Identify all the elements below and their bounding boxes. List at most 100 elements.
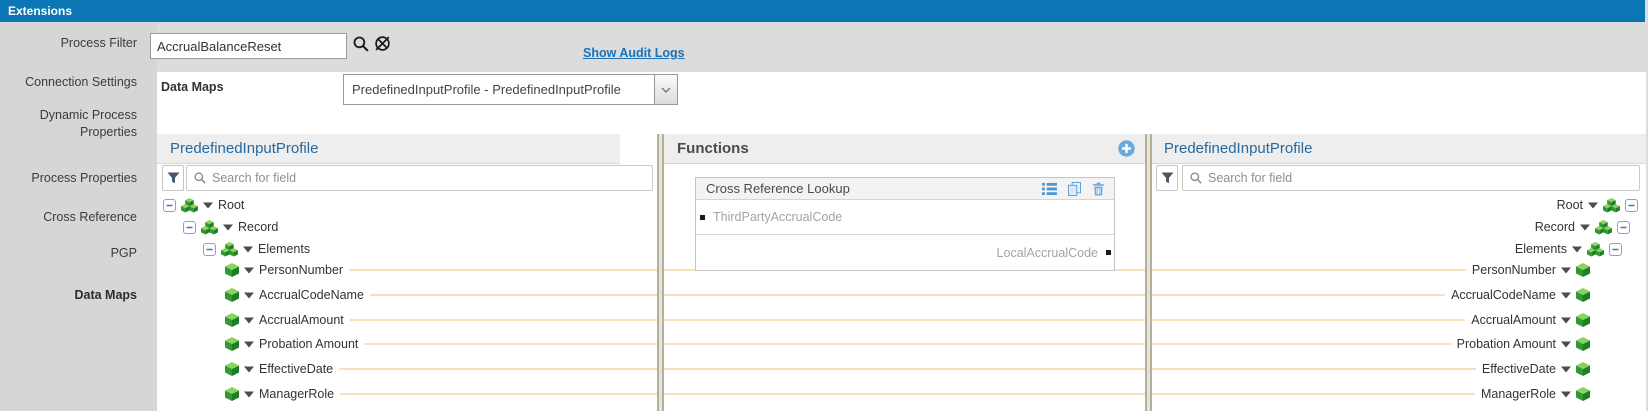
- funnel-icon: [1161, 172, 1174, 184]
- functions-panel-title: Functions: [664, 140, 749, 157]
- chevron-down-icon: [661, 87, 671, 93]
- target-node-label[interactable]: Record: [1535, 220, 1575, 234]
- tree-row-field: ManagerRole ManagerRole: [157, 383, 1644, 405]
- source-field-label[interactable]: PersonNumber: [259, 263, 343, 277]
- target-panel-title: PredefinedInputProfile: [1151, 140, 1312, 157]
- sidebar-item-connection-settings[interactable]: Connection Settings: [25, 75, 137, 89]
- mapping-canvas: PredefinedInputProfile Functions Predefi…: [157, 134, 1646, 411]
- caret-down-icon[interactable]: [1561, 341, 1571, 348]
- caret-down-icon[interactable]: [203, 202, 213, 209]
- target-panel-header: PredefinedInputProfile: [1151, 134, 1646, 164]
- caret-down-icon[interactable]: [1572, 246, 1582, 253]
- caret-down-icon[interactable]: [244, 391, 254, 398]
- panel-divider: [1145, 134, 1152, 411]
- function-input-row[interactable]: ThirdPartyAccrualCode: [696, 200, 1114, 235]
- sidebar-item-process-properties[interactable]: Process Properties: [31, 171, 137, 185]
- clear-search-icon[interactable]: [374, 35, 391, 52]
- copy-icon[interactable]: [1068, 182, 1081, 196]
- target-field-label[interactable]: AccrualAmount: [1471, 313, 1556, 327]
- caret-down-icon[interactable]: [1561, 292, 1571, 299]
- caret-down-icon[interactable]: [244, 292, 254, 299]
- source-field-label[interactable]: Probation Amount: [259, 337, 358, 351]
- caret-down-icon[interactable]: [1561, 267, 1571, 274]
- minus-box-icon[interactable]: [203, 243, 216, 256]
- sidebar-item-dynamic-process-properties[interactable]: Dynamic Process Properties: [27, 107, 137, 141]
- target-filter-button[interactable]: [1156, 165, 1178, 191]
- mapping-connector-line: [370, 294, 1445, 296]
- caret-down-icon[interactable]: [244, 267, 254, 274]
- green-cube-icon: [1576, 313, 1590, 327]
- tree-row-field: Probation Amount Probation Amount: [157, 333, 1644, 355]
- source-panel-title: PredefinedInputProfile: [157, 140, 318, 157]
- sidebar-nav: Process Filter Connection Settings Dynam…: [0, 22, 157, 411]
- select-dropdown-button[interactable]: [654, 75, 677, 104]
- caret-down-icon[interactable]: [1561, 391, 1571, 398]
- magnifier-icon: [1190, 172, 1202, 184]
- green-cube-icon: [1576, 337, 1590, 351]
- function-output-label: LocalAccrualCode: [997, 246, 1098, 260]
- data-map-select[interactable]: PredefinedInputProfile - PredefinedInput…: [343, 74, 678, 105]
- green-cubes-icon: [221, 242, 238, 257]
- source-node-label[interactable]: Elements: [258, 242, 310, 256]
- green-cube-icon: [225, 387, 239, 401]
- sidebar-item-process-filter[interactable]: Process Filter: [61, 36, 137, 50]
- caret-down-icon[interactable]: [244, 341, 254, 348]
- source-field-label[interactable]: ManagerRole: [259, 387, 334, 401]
- target-search-input[interactable]: [1208, 171, 1639, 185]
- minus-box-icon[interactable]: [1625, 199, 1638, 212]
- source-field-label[interactable]: EffectiveDate: [259, 362, 333, 376]
- green-cube-icon: [1576, 362, 1590, 376]
- mapping-connector-line: [339, 368, 1476, 370]
- sidebar-item-pgp[interactable]: PGP: [111, 246, 137, 260]
- funnel-icon: [167, 172, 180, 184]
- input-port: [700, 215, 705, 220]
- source-node-label[interactable]: Record: [238, 220, 278, 234]
- caret-down-icon[interactable]: [244, 317, 254, 324]
- source-panel-header: PredefinedInputProfile: [157, 134, 620, 164]
- minus-box-icon[interactable]: [1617, 221, 1630, 234]
- source-field-label[interactable]: AccrualCodeName: [259, 288, 364, 302]
- green-cube-icon: [225, 337, 239, 351]
- caret-down-icon[interactable]: [1588, 202, 1598, 209]
- caret-down-icon[interactable]: [244, 366, 254, 373]
- caret-down-icon[interactable]: [1561, 366, 1571, 373]
- target-field-label[interactable]: Probation Amount: [1457, 337, 1556, 351]
- target-field-label[interactable]: AccrualCodeName: [1451, 288, 1556, 302]
- list-icon[interactable]: [1042, 182, 1057, 195]
- data-maps-content: Data Maps PredefinedInputProfile - Prede…: [157, 72, 1646, 411]
- data-map-selected-value: PredefinedInputProfile - PredefinedInput…: [344, 82, 654, 97]
- trash-icon[interactable]: [1092, 182, 1105, 196]
- caret-down-icon[interactable]: [1561, 317, 1571, 324]
- minus-box-icon[interactable]: [1609, 243, 1622, 256]
- caret-down-icon[interactable]: [223, 224, 233, 231]
- green-cubes-icon: [1595, 220, 1612, 235]
- mapping-connector-line: [350, 319, 1465, 321]
- caret-down-icon[interactable]: [1580, 224, 1590, 231]
- source-filter-button[interactable]: [162, 165, 184, 191]
- source-search-input[interactable]: [212, 171, 652, 185]
- cross-reference-lookup-box[interactable]: Cross Reference Lookup ThirdPartyAccrual…: [695, 177, 1115, 271]
- search-icon[interactable]: [353, 36, 369, 52]
- target-node-label[interactable]: Root: [1557, 198, 1583, 212]
- sidebar-item-data-maps[interactable]: Data Maps: [74, 288, 137, 302]
- add-function-icon[interactable]: [1118, 140, 1135, 157]
- function-box-header: Cross Reference Lookup: [696, 178, 1114, 200]
- target-field-label[interactable]: ManagerRole: [1481, 387, 1556, 401]
- minus-box-icon[interactable]: [183, 221, 196, 234]
- source-node-label[interactable]: Root: [218, 198, 244, 212]
- target-field-label[interactable]: PersonNumber: [1472, 263, 1556, 277]
- function-box-title: Cross Reference Lookup: [696, 181, 850, 196]
- minus-box-icon[interactable]: [163, 199, 176, 212]
- source-field-label[interactable]: AccrualAmount: [259, 313, 344, 327]
- function-output-row[interactable]: LocalAccrualCode: [696, 235, 1114, 270]
- green-cube-icon: [225, 263, 239, 277]
- page-title: Extensions: [8, 4, 72, 18]
- mapping-connector-line: [364, 343, 1450, 345]
- target-node-label[interactable]: Elements: [1515, 242, 1567, 256]
- show-audit-logs-link[interactable]: Show Audit Logs: [583, 46, 685, 60]
- green-cubes-icon: [201, 220, 218, 235]
- caret-down-icon[interactable]: [243, 246, 253, 253]
- target-field-label[interactable]: EffectiveDate: [1482, 362, 1556, 376]
- sidebar-item-cross-reference[interactable]: Cross Reference: [43, 210, 137, 224]
- process-filter-input[interactable]: [150, 33, 347, 59]
